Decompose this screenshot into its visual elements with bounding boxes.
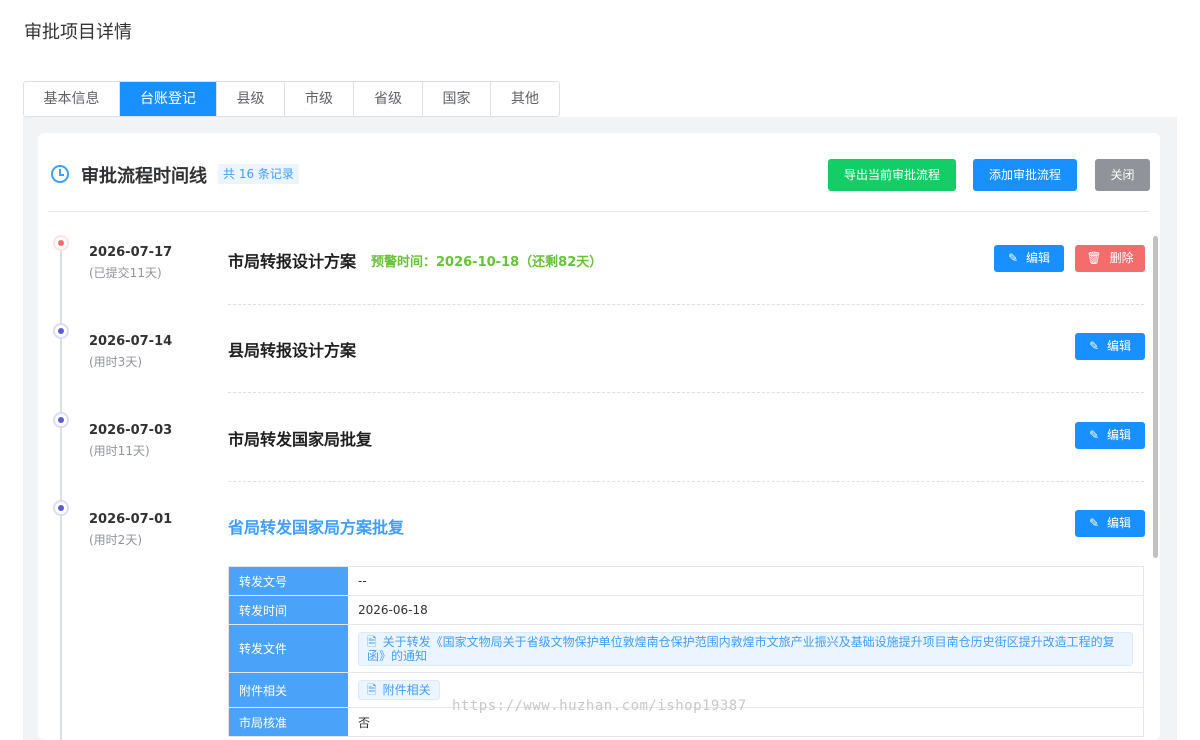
card-title: 审批流程时间线 [81,166,207,187]
trash-icon: 🗑 [1086,251,1102,265]
tab-ledger[interactable]: 台账登记 [120,82,217,116]
watermark: https://www.huzhan.com/ishop19387 [452,698,747,714]
divider [228,304,1144,305]
timeline-item-title[interactable]: 省局转发国家局方案批复 [228,514,404,538]
detail-value: 2026-06-18 [358,603,428,617]
edit-label: 编辑 [1107,428,1132,442]
timeline-item-title: 市局转报设计方案 [228,252,357,271]
document-icon: 🗎 [367,634,377,649]
timeline-item-title: 县局转报设计方案 [228,341,357,360]
detail-label: 附件相关 [229,673,348,707]
timeline-dot-current [53,235,69,251]
edit-button[interactable]: ✎ 编辑 [994,245,1064,272]
tab-other[interactable]: 其他 [491,82,559,116]
tab-basic-info[interactable]: 基本信息 [24,82,120,116]
detail-value: -- [358,574,367,588]
edit-label: 编辑 [1107,339,1132,353]
timeline-date: 2026-07-01 [89,512,173,527]
divider [228,392,1144,393]
edit-button[interactable]: ✎ 编辑 [1075,333,1145,360]
forward-file-link[interactable]: 🗎 关于转发《国家文物局关于省级文物保护单位敦煌南仓保护范围内敦煌市文旅产业振兴及… [358,631,1133,666]
edit-button[interactable]: ✎ 编辑 [1075,510,1145,537]
detail-label: 转发文号 [229,567,348,595]
add-flow-button[interactable]: 添加审批流程 [973,159,1077,191]
pencil-icon: ✎ [1088,516,1100,530]
timeline-duration: (已提交11天) [89,266,162,280]
scrollbar[interactable] [1153,236,1158,558]
tab-province[interactable]: 省级 [354,82,423,116]
clock-icon [51,165,69,183]
timeline-date: 2026-07-14 [89,334,173,349]
tab-bar: 基本信息 台账登记 县级 市级 省级 国家 其他 [23,81,560,117]
timeline-dot [53,323,69,339]
card-header: 审批流程时间线 共 16 条记录 导出当前审批流程 添加审批流程 关闭 [48,133,1150,212]
file-name: 关于转发《国家文物局关于省级文物保护单位敦煌南仓保护范围内敦煌市文旅产业振兴及基… [367,634,1115,663]
detail-row: 转发文号 -- [229,567,1143,596]
timeline-dot [53,412,69,428]
tab-nation[interactable]: 国家 [423,82,491,116]
detail-row: 转发时间 2026-06-18 [229,596,1143,625]
tab-city[interactable]: 市级 [285,82,354,116]
attachment-link[interactable]: 🗎 附件相关 [358,680,440,700]
document-icon: 🗎 [367,683,377,697]
detail-label: 转发时间 [229,596,348,624]
edit-label: 编辑 [1107,516,1132,530]
timeline-date: 2026-07-03 [89,423,173,438]
export-flow-button[interactable]: 导出当前审批流程 [828,159,956,191]
edit-label: 编辑 [1026,251,1051,265]
timeline-date: 2026-07-17 [89,245,173,260]
timeline-dot [53,500,69,516]
timeline-axis [60,243,62,740]
tab-county[interactable]: 县级 [217,82,285,116]
delete-button[interactable]: 🗑 删除 [1075,245,1145,272]
dialog-title: 审批项目详情 [24,22,132,43]
detail-label: 市局核准 [229,708,348,736]
timeline-item-title: 市局转发国家局批复 [228,430,373,449]
attachment-label: 附件相关 [382,683,431,697]
close-button[interactable]: 关闭 [1095,159,1150,191]
timeline-duration: (用时3天) [89,355,142,369]
detail-value: 🗎 关于转发《国家文物局关于省级文物保护单位敦煌南仓保护范围内敦煌市文旅产业振兴及… [348,625,1143,672]
delete-label: 删除 [1109,251,1134,265]
pencil-icon: ✎ [1007,251,1019,265]
edit-button[interactable]: ✎ 编辑 [1075,422,1145,449]
timeline-duration: (用时2天) [89,533,142,547]
pencil-icon: ✎ [1088,428,1100,442]
detail-row: 转发文件 🗎 关于转发《国家文物局关于省级文物保护单位敦煌南仓保护范围内敦煌市文旅… [229,625,1143,673]
timeline-duration: (用时11天) [89,444,150,458]
divider [228,481,1144,482]
detail-label: 转发文件 [229,625,348,672]
warning-time: 预警时间：2026-10-18（还剩82天） [371,255,603,270]
timeline: 2026-07-17 (已提交11天) 市局转报设计方案 预警时间：2026-1… [38,213,1148,740]
pencil-icon: ✎ [1088,339,1100,353]
timeline-card: 审批流程时间线 共 16 条记录 导出当前审批流程 添加审批流程 关闭 2026… [38,133,1160,740]
record-count-badge: 共 16 条记录 [218,164,299,184]
